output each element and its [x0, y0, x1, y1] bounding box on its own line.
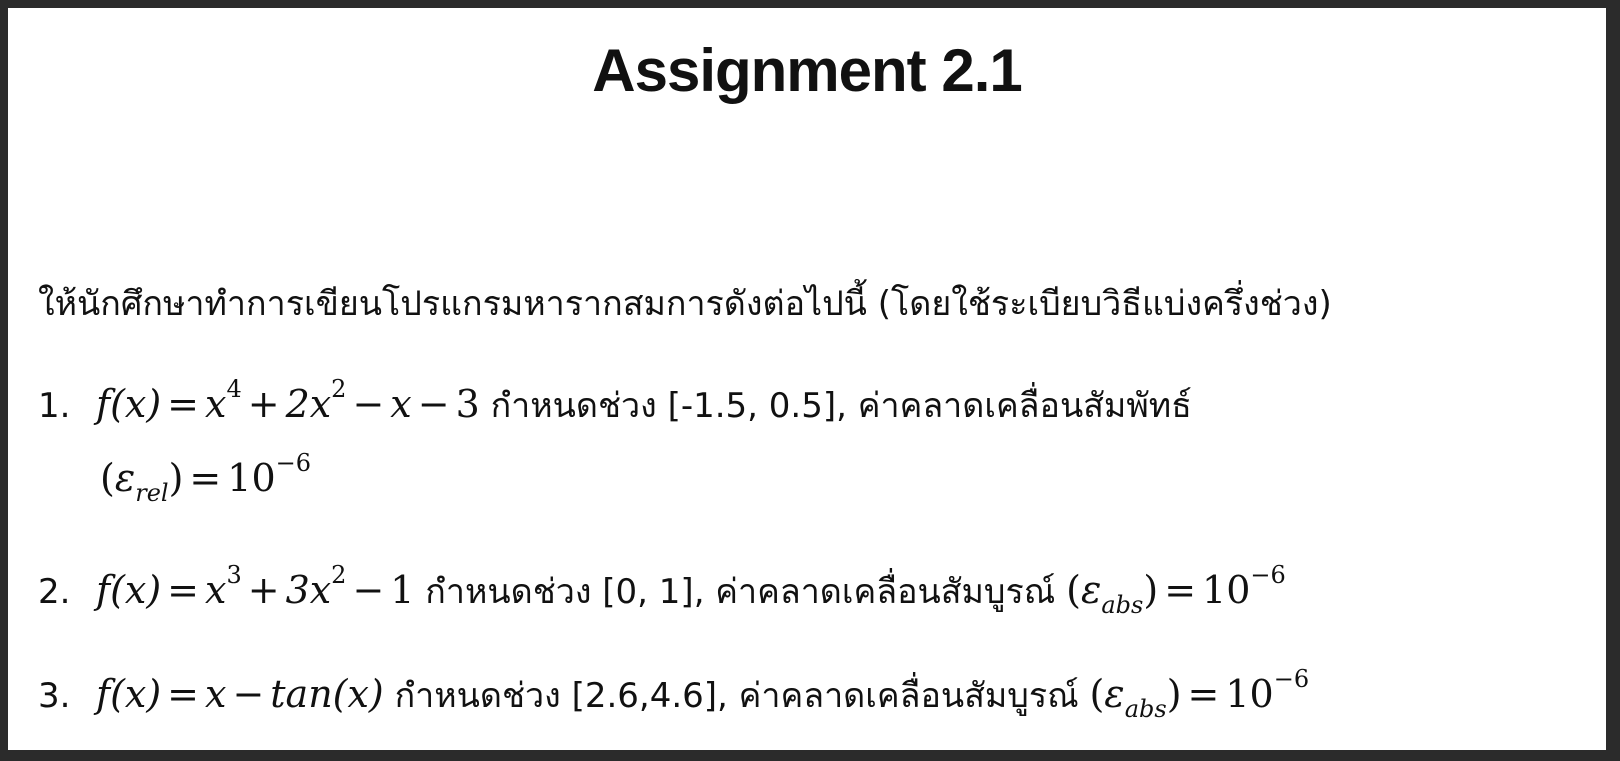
problem-2: 2. f(x) = x3 +3x2−1 กำหนดช่วง [0, 1], ค่าคลา… [38, 561, 1286, 619]
equation: f(x) = x3 +3x2−1 [96, 561, 415, 612]
interval-text: กำหนดช่วง [-1.5, 0.5], ค่าคลาดเคลื่อนสัม… [479, 386, 1192, 426]
problem-1-tolerance: (εrel) = 10−6 [100, 449, 312, 507]
interval-text: กำหนดช่วง [0, 1], ค่าคลาดเคลื่อนสัมบูรณ์ [414, 572, 1067, 612]
slide: Assignment 2.1 ให้นักศึกษาทำการเขียนโปรแ… [8, 8, 1606, 750]
problem-number: 2. [38, 572, 71, 612]
problem-3: 3. f(x) = x − tan(x) กำหนดช่วง [2.6,4.6], ค่า… [38, 665, 1310, 723]
interval-text: กำหนดช่วง [2.6,4.6], ค่าคลาดเคลื่อนสัมบู… [383, 676, 1090, 716]
equation: f(x) = x − tan(x) [96, 672, 384, 716]
equation: f(x) = x4 +2x2− x −3 [96, 375, 480, 426]
tolerance-expression: (εabs) = 10−6 [1066, 561, 1286, 619]
problem-1: 1. f(x) = x4 +2x2− x −3 กำหนดช่วง [-1.5, 0.5],… [38, 375, 1192, 432]
window-frame: Assignment 2.1 ให้นักศึกษาทำการเขียนโปรแ… [0, 0, 1620, 761]
instruction-text: ให้นักศึกษาทำการเขียนโปรแกรมหารากสมการดั… [38, 284, 1332, 324]
tolerance-expression: (εrel) = 10−6 [100, 449, 312, 507]
problem-number: 1. [38, 386, 71, 426]
tolerance-expression: (εabs) = 10−6 [1089, 665, 1310, 723]
problem-number: 3. [38, 676, 71, 716]
slide-title: Assignment 2.1 [592, 37, 1022, 104]
